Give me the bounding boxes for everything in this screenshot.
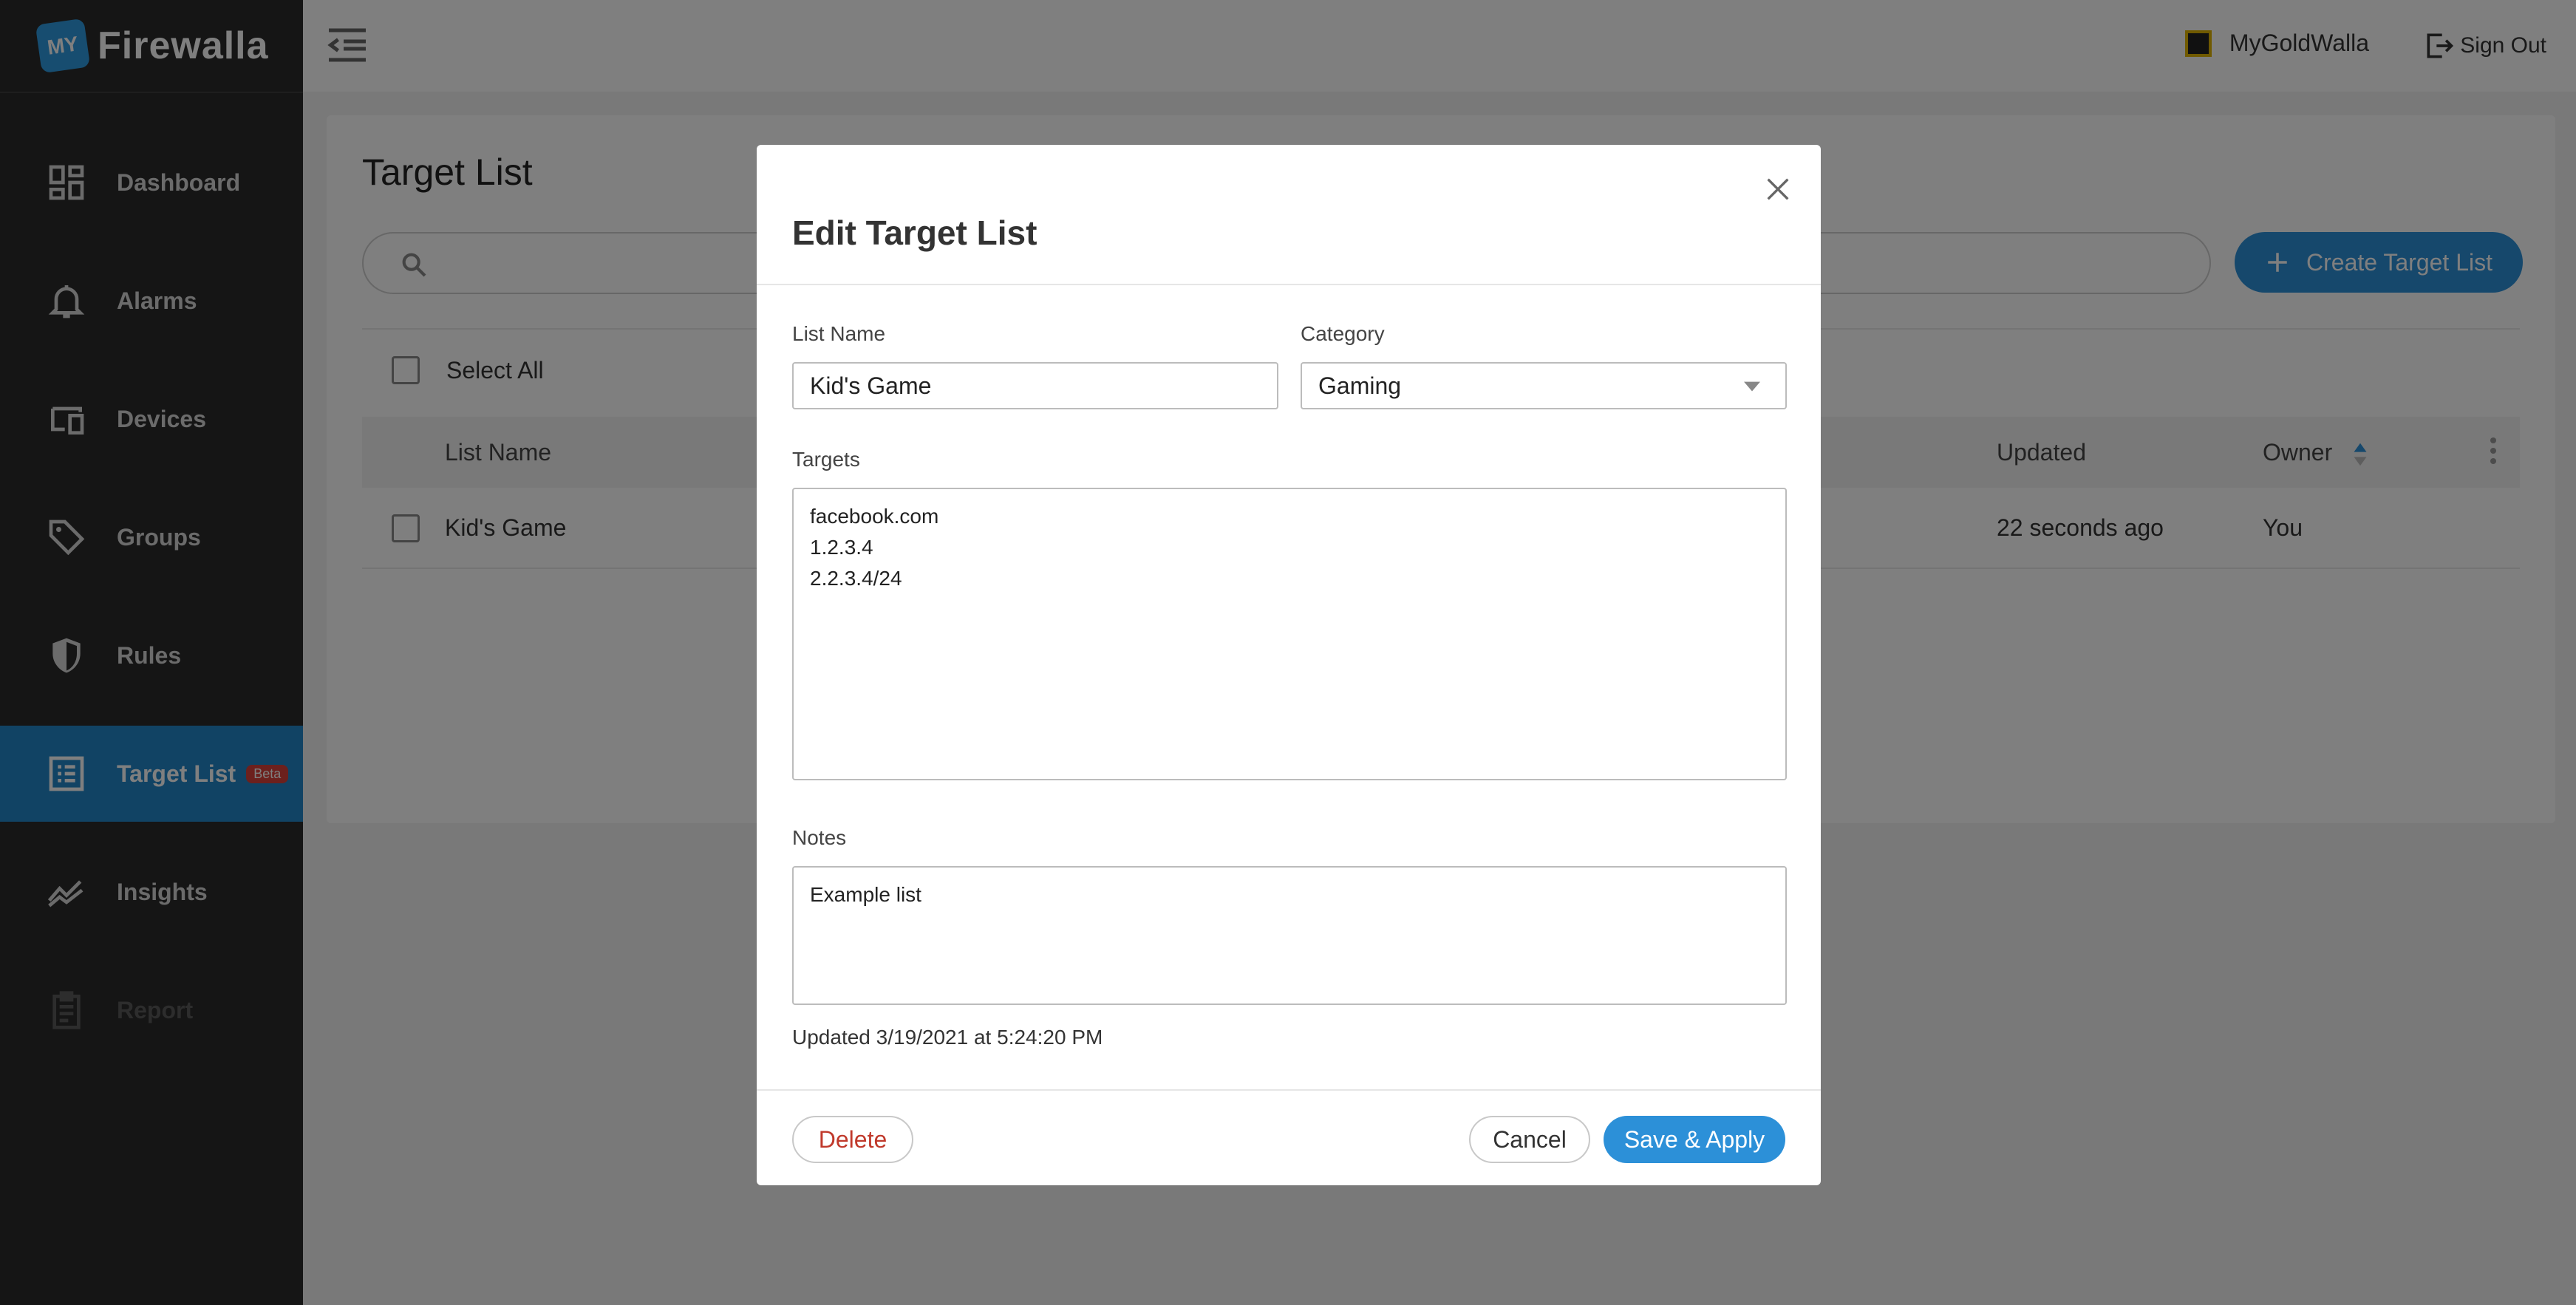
list-name-label: List Name [792,322,886,345]
updated-timestamp: Updated 3/19/2021 at 5:24:20 PM [792,1026,1103,1049]
list-name-input[interactable] [792,362,1278,409]
target-entry: facebook.com [810,505,939,528]
modal-header: Edit Target List [757,145,1821,285]
targets-label: Targets [792,448,860,471]
category-value: Gaming [1318,372,1402,399]
chevron-down-icon [1744,381,1760,392]
category-select[interactable]: Gaming [1301,362,1787,409]
targets-textarea[interactable]: facebook.com 1.2.3.4 2.2.3.4/24 [792,488,1787,780]
notes-textarea[interactable]: Example list [792,866,1787,1005]
edit-target-list-dialog: Edit Target List List Name Category Gami… [757,145,1821,1185]
category-label: Category [1301,322,1385,345]
notes-label: Notes [792,826,847,849]
save-apply-button[interactable]: Save & Apply [1604,1116,1785,1163]
target-entry: 1.2.3.4 [810,536,873,559]
app-root: MY Firewalla Dashboard Alarms Devices Gr… [0,0,2576,1305]
modal-title: Edit Target List [792,214,1037,252]
delete-button[interactable]: Delete [792,1116,913,1163]
cancel-button[interactable]: Cancel [1469,1116,1590,1163]
close-icon[interactable] [1763,174,1793,204]
modal-footer-divider [757,1089,1821,1091]
target-entry: 2.2.3.4/24 [810,567,902,590]
notes-value: Example list [810,883,921,906]
